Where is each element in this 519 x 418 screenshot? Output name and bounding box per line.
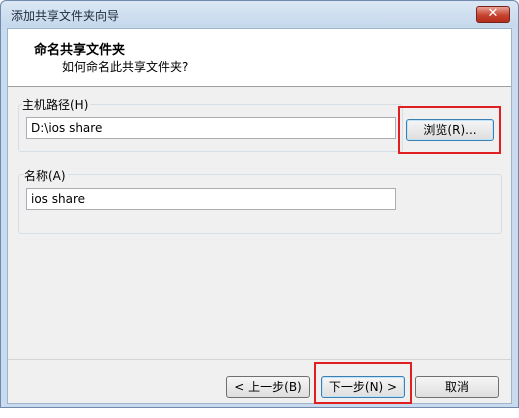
browse-button[interactable]: 浏览(R)... (406, 119, 494, 141)
wizard-client-area: 命名共享文件夹 如何命名此共享文件夹? 主机路径(H) D:\ios share… (7, 28, 512, 404)
window-title: 添加共享文件夹向导 (11, 9, 120, 23)
title-bar[interactable]: 添加共享文件夹向导 ✕ (1, 1, 518, 27)
back-button[interactable]: < 上一步(B) (226, 376, 310, 398)
host-path-input[interactable]: D:\ios share (26, 117, 396, 139)
host-path-label: 主机路径(H) (22, 96, 91, 113)
cancel-button[interactable]: 取消 (415, 376, 499, 398)
page-title: 命名共享文件夹 (34, 43, 126, 58)
name-label: 名称(A) (24, 167, 68, 184)
close-icon: ✕ (487, 6, 499, 21)
bottom-strip (0, 408, 519, 418)
close-button[interactable]: ✕ (476, 6, 510, 23)
footer-divider (8, 359, 511, 360)
wizard-window: 添加共享文件夹向导 ✕ 命名共享文件夹 如何命名此共享文件夹? 主机路径(H) … (0, 0, 519, 408)
name-input[interactable]: ios share (26, 188, 396, 210)
page-subtitle: 如何命名此共享文件夹? (62, 60, 189, 74)
wizard-header: 命名共享文件夹 如何命名此共享文件夹? (8, 29, 511, 87)
next-button[interactable]: 下一步(N) > (321, 376, 405, 398)
